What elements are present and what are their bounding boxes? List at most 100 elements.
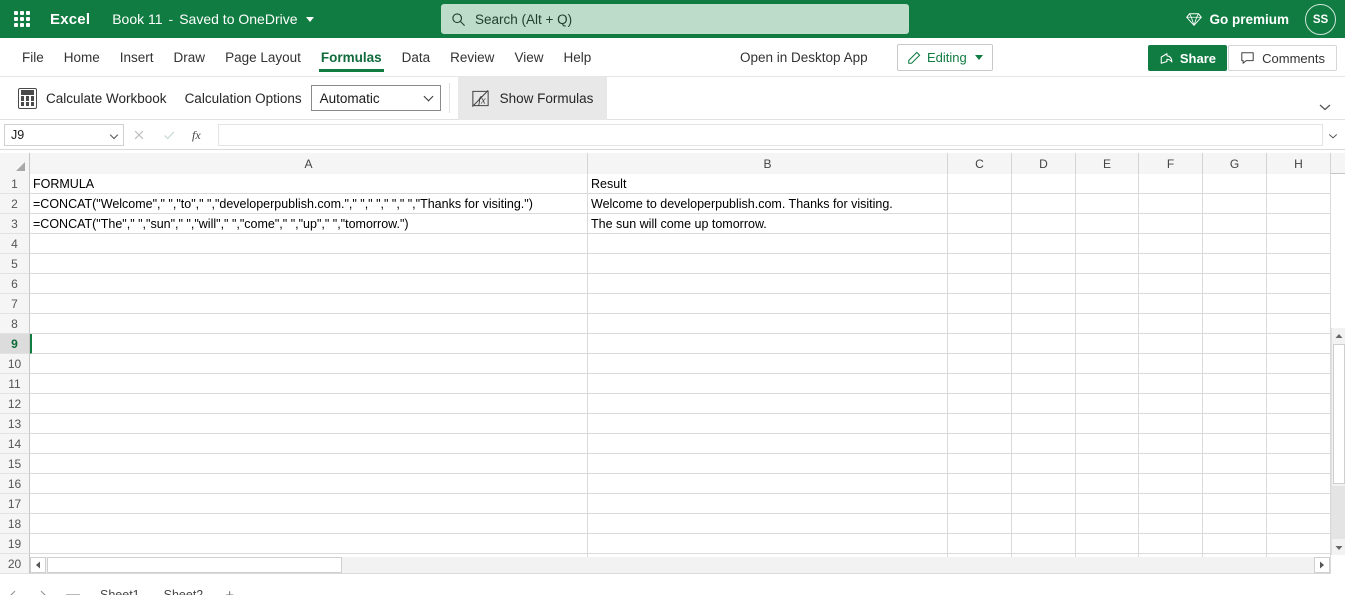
- cell-f1[interactable]: [1139, 174, 1203, 194]
- cell-f14[interactable]: [1139, 434, 1203, 454]
- row-header-16[interactable]: 16: [0, 474, 30, 494]
- tab-home[interactable]: Home: [54, 38, 110, 77]
- cell-e13[interactable]: [1076, 414, 1139, 434]
- cell-b6[interactable]: [588, 274, 948, 294]
- cell-d12[interactable]: [1012, 394, 1076, 414]
- cell-c11[interactable]: [948, 374, 1012, 394]
- horizontal-scrollbar[interactable]: [30, 557, 1330, 573]
- row-header-20[interactable]: 20: [0, 554, 30, 574]
- cell-d11[interactable]: [1012, 374, 1076, 394]
- confirm-entry-button[interactable]: [154, 120, 184, 150]
- cell-d19[interactable]: [1012, 534, 1076, 554]
- horizontal-scroll-thumb[interactable]: [47, 557, 342, 573]
- cell-a6[interactable]: [30, 274, 588, 294]
- cell-b11[interactable]: [588, 374, 948, 394]
- row-header-18[interactable]: 18: [0, 514, 30, 534]
- cell-e9[interactable]: [1076, 334, 1139, 354]
- cell-a12[interactable]: [30, 394, 588, 414]
- cell-h8[interactable]: [1267, 314, 1331, 334]
- cell-b13[interactable]: [588, 414, 948, 434]
- cell-h2[interactable]: [1267, 194, 1331, 214]
- cell-c2[interactable]: [948, 194, 1012, 214]
- cell-a3[interactable]: =CONCAT("The"," ","sun"," ","will"," ","…: [30, 214, 588, 234]
- tab-file[interactable]: File: [12, 38, 54, 77]
- cell-c1[interactable]: [948, 174, 1012, 194]
- cell-g10[interactable]: [1203, 354, 1267, 374]
- cell-b16[interactable]: [588, 474, 948, 494]
- cell-a10[interactable]: [30, 354, 588, 374]
- cell-a19[interactable]: [30, 534, 588, 554]
- cell-a7[interactable]: [30, 294, 588, 314]
- cell-c3[interactable]: [948, 214, 1012, 234]
- cell-a4[interactable]: [30, 234, 588, 254]
- cell-a17[interactable]: [30, 494, 588, 514]
- cell-f9[interactable]: [1139, 334, 1203, 354]
- cell-b1[interactable]: Result: [588, 174, 948, 194]
- cell-e12[interactable]: [1076, 394, 1139, 414]
- cell-d17[interactable]: [1012, 494, 1076, 514]
- cell-c15[interactable]: [948, 454, 1012, 474]
- cell-f6[interactable]: [1139, 274, 1203, 294]
- row-header-5[interactable]: 5: [0, 254, 30, 274]
- cell-b3[interactable]: The sun will come up tomorrow.: [588, 214, 948, 234]
- cell-f13[interactable]: [1139, 414, 1203, 434]
- cell-f10[interactable]: [1139, 354, 1203, 374]
- insert-function-button[interactable]: fx: [184, 120, 214, 150]
- cell-h6[interactable]: [1267, 274, 1331, 294]
- cell-e5[interactable]: [1076, 254, 1139, 274]
- cell-a5[interactable]: [30, 254, 588, 274]
- next-sheet-button[interactable]: [30, 583, 56, 595]
- tab-page-layout[interactable]: Page Layout: [215, 38, 311, 77]
- row-header-10[interactable]: 10: [0, 354, 30, 374]
- cell-g4[interactable]: [1203, 234, 1267, 254]
- cell-f19[interactable]: [1139, 534, 1203, 554]
- cell-g17[interactable]: [1203, 494, 1267, 514]
- cell-b17[interactable]: [588, 494, 948, 514]
- all-sheets-button[interactable]: [60, 583, 86, 595]
- cell-e1[interactable]: [1076, 174, 1139, 194]
- cell-h1[interactable]: [1267, 174, 1331, 194]
- calculation-mode-select[interactable]: Automatic: [310, 85, 441, 111]
- cell-e2[interactable]: [1076, 194, 1139, 214]
- cell-d9[interactable]: [1012, 334, 1076, 354]
- column-header-e[interactable]: E: [1076, 153, 1139, 174]
- cell-d10[interactable]: [1012, 354, 1076, 374]
- row-header-1[interactable]: 1: [0, 174, 30, 194]
- row-header-7[interactable]: 7: [0, 294, 30, 314]
- sheet-tab-sheet2[interactable]: Sheet2: [154, 583, 214, 595]
- cell-g9[interactable]: [1203, 334, 1267, 354]
- sheet-tab-sheet1[interactable]: Sheet1: [90, 583, 150, 595]
- cell-f12[interactable]: [1139, 394, 1203, 414]
- cell-b8[interactable]: [588, 314, 948, 334]
- cell-a16[interactable]: [30, 474, 588, 494]
- tab-view[interactable]: View: [504, 38, 553, 77]
- cell-c17[interactable]: [948, 494, 1012, 514]
- row-header-4[interactable]: 4: [0, 234, 30, 254]
- cell-h16[interactable]: [1267, 474, 1331, 494]
- tab-insert[interactable]: Insert: [110, 38, 164, 77]
- cell-f18[interactable]: [1139, 514, 1203, 534]
- cell-d3[interactable]: [1012, 214, 1076, 234]
- cell-h19[interactable]: [1267, 534, 1331, 554]
- cell-g7[interactable]: [1203, 294, 1267, 314]
- row-header-12[interactable]: 12: [0, 394, 30, 414]
- cell-g18[interactable]: [1203, 514, 1267, 534]
- show-formulas-button[interactable]: fx Show Formulas: [457, 76, 608, 120]
- column-header-d[interactable]: D: [1012, 153, 1076, 174]
- open-in-desktop-app-button[interactable]: Open in Desktop App: [740, 50, 868, 65]
- cell-g6[interactable]: [1203, 274, 1267, 294]
- select-all-button[interactable]: [0, 153, 30, 174]
- cell-b5[interactable]: [588, 254, 948, 274]
- column-header-h[interactable]: H: [1267, 153, 1331, 174]
- cell-a2[interactable]: =CONCAT("Welcome"," ","to"," ","develope…: [30, 194, 588, 214]
- cell-b14[interactable]: [588, 434, 948, 454]
- cell-a14[interactable]: [30, 434, 588, 454]
- cell-e10[interactable]: [1076, 354, 1139, 374]
- cell-c19[interactable]: [948, 534, 1012, 554]
- share-button[interactable]: Share: [1147, 45, 1227, 71]
- cell-e15[interactable]: [1076, 454, 1139, 474]
- add-sheet-button[interactable]: +: [217, 587, 242, 595]
- cell-e3[interactable]: [1076, 214, 1139, 234]
- comments-button[interactable]: Comments: [1228, 45, 1337, 71]
- row-header-15[interactable]: 15: [0, 454, 30, 474]
